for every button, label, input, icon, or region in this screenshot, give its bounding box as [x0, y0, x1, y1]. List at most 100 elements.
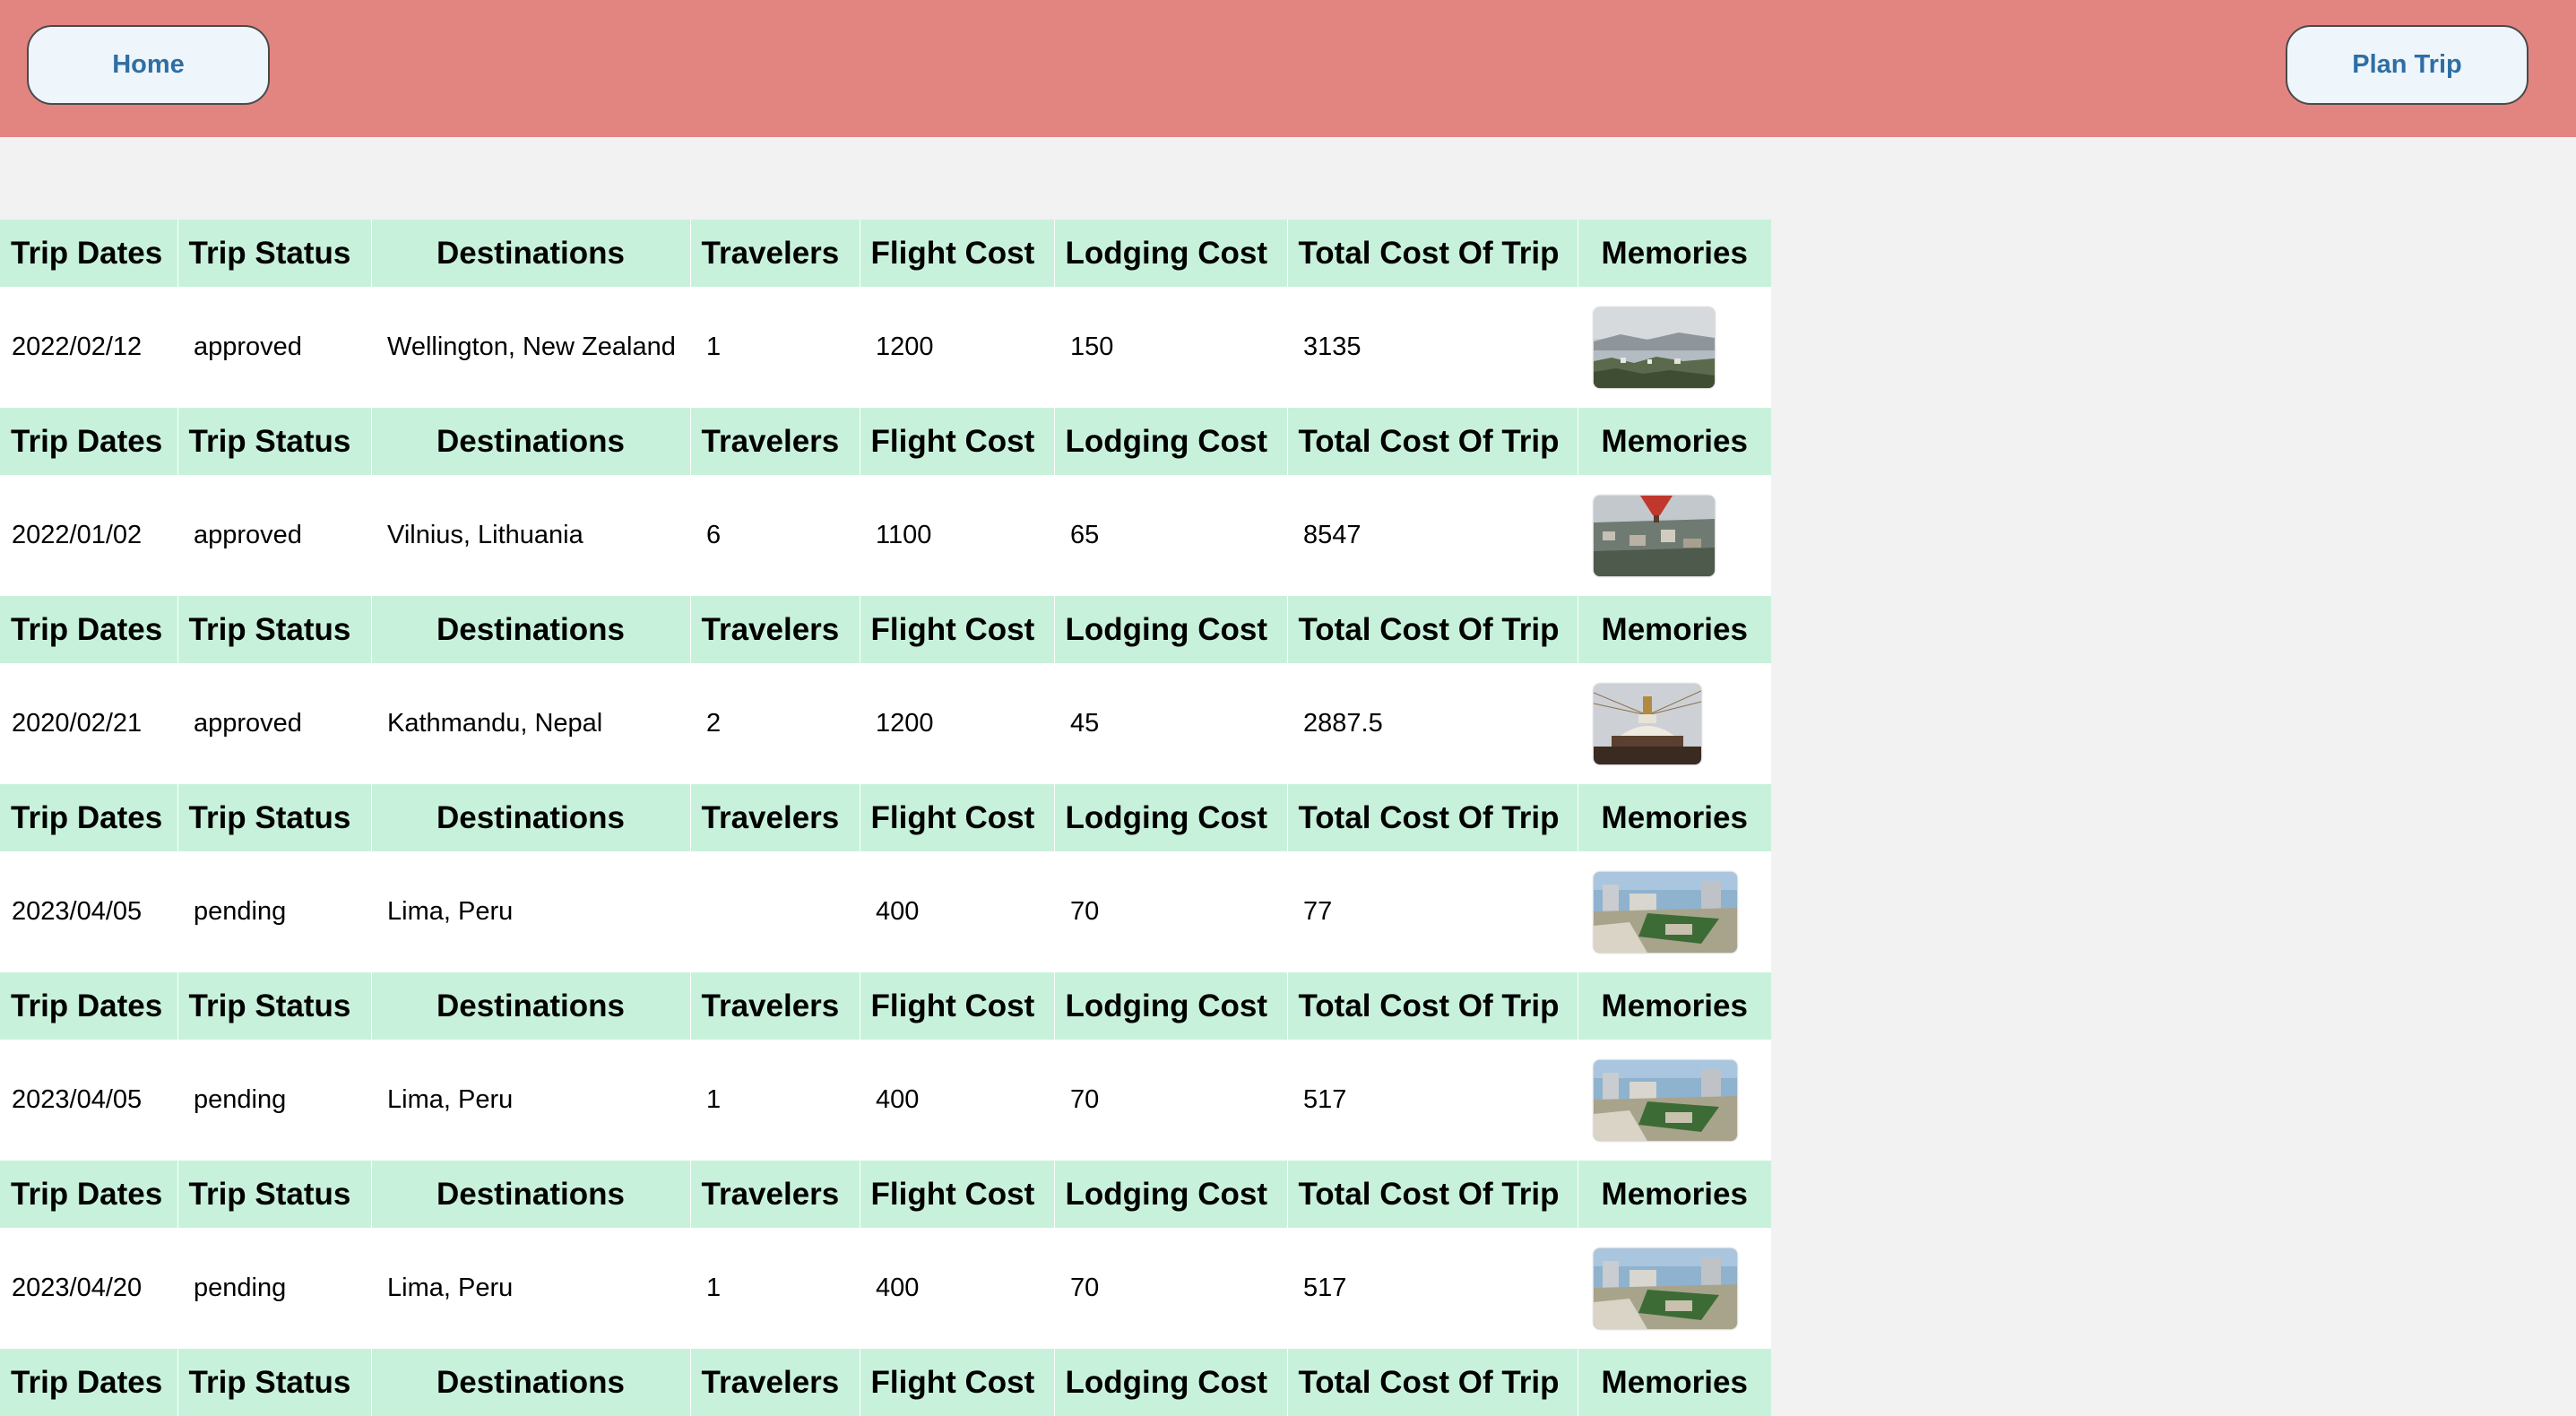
- trip-flight-cost: 1200: [860, 663, 1054, 784]
- top-nav-bar: Home Plan Trip: [0, 0, 2576, 137]
- column-header-trip-status: Trip Status: [177, 220, 371, 287]
- column-header-total-cost: Total Cost Of Trip: [1286, 972, 1578, 1040]
- trip-travelers: 6: [690, 475, 860, 596]
- column-header-travelers: Travelers: [689, 784, 860, 851]
- column-header-trip-dates: Trip Dates: [0, 972, 177, 1040]
- trip-lodging-cost: 70: [1054, 1228, 1287, 1349]
- trip-total-cost: 517: [1287, 1228, 1578, 1349]
- trip-lodging-cost: 150: [1054, 287, 1287, 408]
- trip-flight-cost: 400: [860, 1228, 1054, 1349]
- trip-header-row: Trip Dates Trip Status Destinations Trav…: [0, 1161, 1771, 1228]
- trip-flight-cost: 400: [860, 1040, 1054, 1161]
- column-header-destinations: Destinations: [370, 972, 690, 1040]
- column-header-flight-cost: Flight Cost: [859, 408, 1054, 475]
- column-header-lodging-cost: Lodging Cost: [1053, 220, 1287, 287]
- column-header-memories: Memories: [1577, 408, 1771, 475]
- trip-destination: Wellington, New Zealand: [371, 287, 690, 408]
- column-header-trip-status: Trip Status: [177, 1161, 371, 1228]
- trip-total-cost: 8547: [1287, 475, 1578, 596]
- trip-date: 2020/02/21: [0, 663, 177, 784]
- vilnius-balloon-photo: [1594, 495, 1715, 576]
- trip-header-row: Trip Dates Trip Status Destinations Trav…: [0, 596, 1771, 663]
- trips-list: Trip Dates Trip Status Destinations Trav…: [0, 220, 1771, 1416]
- column-header-trip-dates: Trip Dates: [0, 220, 177, 287]
- trip-header-row: Trip Dates Trip Status Destinations Trav…: [0, 220, 1771, 287]
- trip-date: 2022/01/02: [0, 475, 177, 596]
- column-header-lodging-cost: Lodging Cost: [1053, 972, 1287, 1040]
- trip-row: 2022/01/02 approved Vilnius, Lithuania 6…: [0, 475, 1771, 596]
- trip-memories-cell: [1578, 663, 1771, 784]
- trip-status: approved: [177, 287, 371, 408]
- column-header-flight-cost: Flight Cost: [859, 220, 1054, 287]
- trip-lodging-cost: 70: [1054, 1040, 1287, 1161]
- column-header-memories: Memories: [1577, 220, 1771, 287]
- trip-row: 2020/02/21 approved Kathmandu, Nepal 2 1…: [0, 663, 1771, 784]
- trip-status: approved: [177, 475, 371, 596]
- column-header-trip-dates: Trip Dates: [0, 784, 177, 851]
- trip-memories-cell: [1578, 1040, 1771, 1161]
- trip-row: 2022/02/12 approved Wellington, New Zeal…: [0, 287, 1771, 408]
- trip-date: 2022/02/12: [0, 287, 177, 408]
- column-header-memories: Memories: [1577, 596, 1771, 663]
- column-header-trip-status: Trip Status: [177, 972, 371, 1040]
- trip-lodging-cost: 65: [1054, 475, 1287, 596]
- trip-date: 2023/04/20: [0, 1228, 177, 1349]
- column-header-total-cost: Total Cost Of Trip: [1286, 784, 1578, 851]
- trip-travelers: 1: [690, 287, 860, 408]
- trip-memories-cell: [1578, 475, 1771, 596]
- trip-row: 2023/04/20 pending Lima, Peru 1 400 70 5…: [0, 1228, 1771, 1349]
- trip-travelers: [690, 851, 860, 972]
- trips-table: Trip Dates Trip Status Destinations Trav…: [0, 220, 1771, 1416]
- column-header-destinations: Destinations: [370, 408, 690, 475]
- trip-total-cost: 77: [1287, 851, 1578, 972]
- home-button[interactable]: Home: [27, 25, 270, 105]
- trip-total-cost: 2887.5: [1287, 663, 1578, 784]
- plan-trip-button[interactable]: Plan Trip: [2286, 25, 2528, 105]
- column-header-travelers: Travelers: [689, 972, 860, 1040]
- lima-city-photo: [1594, 1059, 1737, 1141]
- lima-city-photo: [1594, 1248, 1737, 1329]
- trip-header-row: Trip Dates Trip Status Destinations Trav…: [0, 784, 1771, 851]
- column-header-flight-cost: Flight Cost: [859, 1349, 1054, 1416]
- trip-destination: Lima, Peru: [371, 851, 690, 972]
- column-header-travelers: Travelers: [689, 220, 860, 287]
- column-header-trip-dates: Trip Dates: [0, 596, 177, 663]
- column-header-flight-cost: Flight Cost: [859, 784, 1054, 851]
- column-header-destinations: Destinations: [370, 784, 690, 851]
- column-header-total-cost: Total Cost Of Trip: [1286, 1161, 1578, 1228]
- column-header-memories: Memories: [1577, 1161, 1771, 1228]
- column-header-trip-status: Trip Status: [177, 408, 371, 475]
- trip-status: pending: [177, 851, 371, 972]
- column-header-trip-dates: Trip Dates: [0, 408, 177, 475]
- trip-flight-cost: 1200: [860, 287, 1054, 408]
- trip-status: approved: [177, 663, 371, 784]
- trip-date: 2023/04/05: [0, 1040, 177, 1161]
- trip-header-row: Trip Dates Trip Status Destinations Trav…: [0, 972, 1771, 1040]
- column-header-trip-dates: Trip Dates: [0, 1161, 177, 1228]
- trip-travelers: 1: [690, 1228, 860, 1349]
- trip-total-cost: 517: [1287, 1040, 1578, 1161]
- column-header-destinations: Destinations: [370, 1349, 690, 1416]
- column-header-lodging-cost: Lodging Cost: [1053, 1349, 1287, 1416]
- trip-travelers: 1: [690, 1040, 860, 1161]
- trip-row: 2023/04/05 pending Lima, Peru 1 400 70 5…: [0, 1040, 1771, 1161]
- column-header-travelers: Travelers: [689, 1349, 860, 1416]
- column-header-destinations: Destinations: [370, 220, 690, 287]
- column-header-destinations: Destinations: [370, 596, 690, 663]
- trip-lodging-cost: 45: [1054, 663, 1287, 784]
- column-header-trip-status: Trip Status: [177, 596, 371, 663]
- trip-destination: Vilnius, Lithuania: [371, 475, 690, 596]
- trip-destination: Lima, Peru: [371, 1228, 690, 1349]
- trip-travelers: 2: [690, 663, 860, 784]
- column-header-total-cost: Total Cost Of Trip: [1286, 596, 1578, 663]
- column-header-trip-status: Trip Status: [177, 784, 371, 851]
- trip-destination: Kathmandu, Nepal: [371, 663, 690, 784]
- column-header-destinations: Destinations: [370, 1161, 690, 1228]
- column-header-trip-dates: Trip Dates: [0, 1349, 177, 1416]
- trip-date: 2023/04/05: [0, 851, 177, 972]
- column-header-flight-cost: Flight Cost: [859, 1161, 1054, 1228]
- column-header-total-cost: Total Cost Of Trip: [1286, 1349, 1578, 1416]
- trip-status: pending: [177, 1228, 371, 1349]
- column-header-lodging-cost: Lodging Cost: [1053, 1161, 1287, 1228]
- column-header-travelers: Travelers: [689, 408, 860, 475]
